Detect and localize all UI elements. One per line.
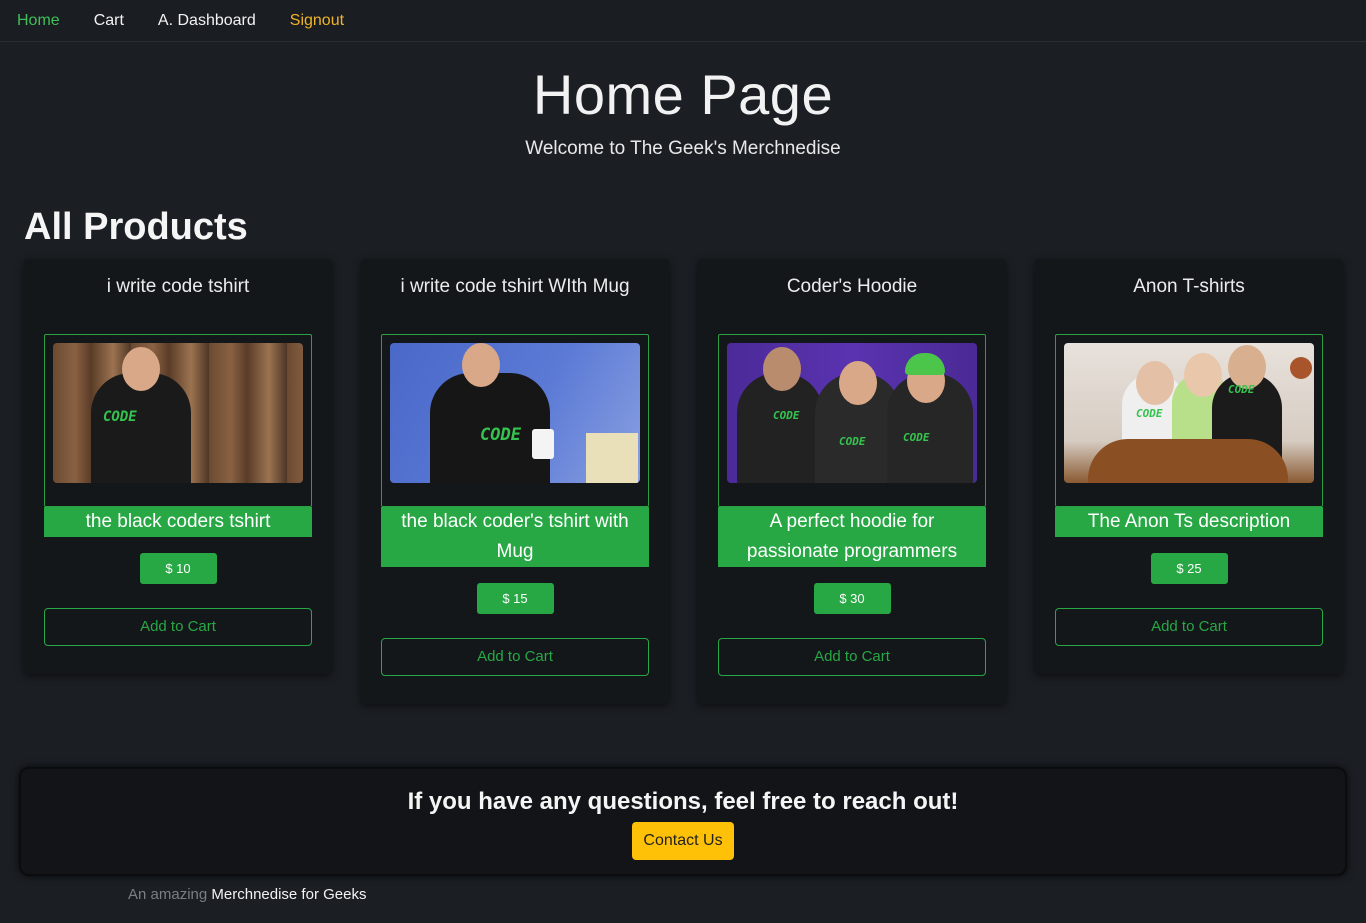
product-description: the black coders tshirt: [44, 507, 312, 537]
add-to-cart-button[interactable]: Add to Cart: [44, 608, 312, 646]
price-badge: $ 15: [476, 583, 554, 614]
product-title: Anon T-shirts: [1133, 276, 1245, 297]
price-badge: $ 10: [139, 553, 217, 584]
price-badge: $ 30: [813, 583, 891, 614]
add-to-cart-button[interactable]: Add to Cart: [1055, 608, 1323, 646]
product-card: i write code tshirt WIth Mug CODE the bl…: [361, 259, 669, 704]
nav-dashboard-link[interactable]: A. Dashboard: [158, 12, 256, 30]
product-title: i write code tshirt: [106, 276, 250, 297]
people-in-code-hoodies-photo: CODE CODE CODE: [727, 343, 977, 483]
contact-message: If you have any questions, feel free to …: [407, 788, 959, 815]
nav-home-link[interactable]: Home: [17, 12, 60, 30]
contact-banner: If you have any questions, feel free to …: [19, 767, 1347, 876]
product-title: i write code tshirt WIth Mug: [400, 276, 630, 297]
page-subtitle: Welcome to The Geek's Merchnedise: [525, 138, 841, 159]
nav-cart-link[interactable]: Cart: [94, 12, 124, 30]
product-image-frame: CODE CODE CODE: [718, 334, 986, 507]
product-card: Anon T-shirts CODE CODE The Anon Ts desc…: [1035, 259, 1343, 674]
man-with-code-mug-photo: CODE: [390, 343, 640, 483]
nav-signout-link[interactable]: Signout: [290, 12, 344, 30]
section-title: All Products: [24, 206, 248, 248]
price-badge: $ 25: [1150, 553, 1228, 584]
contact-us-button[interactable]: Contact Us: [632, 822, 734, 860]
product-image-frame: CODE CODE: [1055, 334, 1323, 507]
page-title: Home Page: [532, 63, 834, 126]
product-card: i write code tshirt CODE the black coder…: [24, 259, 332, 674]
product-description: the black coder's tshirt with Mug: [381, 507, 649, 567]
footer-prefix: An amazing: [128, 886, 208, 903]
product-description: The Anon Ts description: [1055, 507, 1323, 537]
add-to-cart-button[interactable]: Add to Cart: [381, 638, 649, 676]
man-in-code-tshirt-photo: CODE: [53, 343, 303, 483]
product-description: A perfect hoodie for passionate programm…: [718, 507, 986, 567]
footer-brand: Merchnedise for Geeks: [211, 886, 367, 903]
product-image-frame: CODE: [44, 334, 312, 507]
add-to-cart-button[interactable]: Add to Cart: [718, 638, 986, 676]
family-in-code-tshirts-photo: CODE CODE: [1064, 343, 1314, 483]
footer: An amazing Merchnedise for Geeks: [128, 886, 366, 903]
product-title: Coder's Hoodie: [786, 276, 918, 297]
product-card: Coder's Hoodie CODE CODE CODE A perfect …: [698, 259, 1006, 704]
navbar: Home Cart A. Dashboard Signout: [0, 0, 1366, 42]
product-image-frame: CODE: [381, 334, 649, 507]
